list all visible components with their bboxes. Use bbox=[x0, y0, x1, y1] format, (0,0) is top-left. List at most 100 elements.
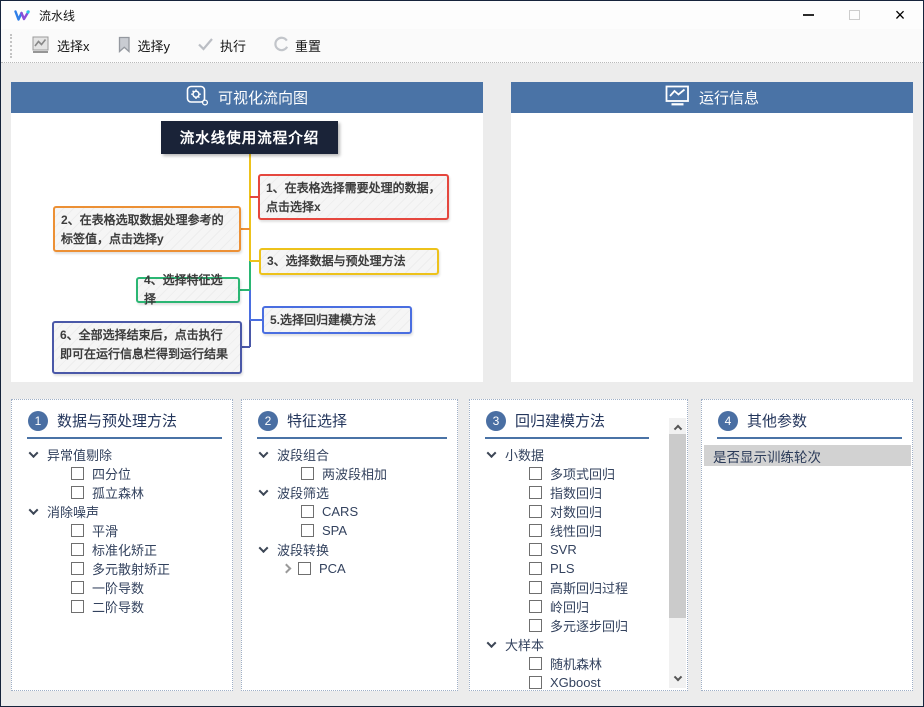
reset-button[interactable]: 重置 bbox=[266, 32, 328, 59]
checkbox[interactable] bbox=[301, 467, 314, 480]
item-label: CARS bbox=[322, 504, 358, 519]
chevron-down-icon[interactable] bbox=[29, 448, 39, 458]
checkbox[interactable] bbox=[71, 581, 84, 594]
close-icon: × bbox=[895, 6, 906, 24]
run-info-panel: 运行信息 bbox=[511, 82, 913, 382]
minimize-icon bbox=[803, 14, 814, 16]
tree-checkbox-item[interactable]: 二阶导数 bbox=[12, 597, 232, 616]
tree-group-item[interactable]: 波段组合 bbox=[242, 445, 457, 464]
minimize-button[interactable] bbox=[785, 1, 831, 29]
section-1-header: 1 数据与预处理方法 bbox=[12, 400, 232, 431]
checkbox[interactable] bbox=[529, 524, 542, 537]
checkbox[interactable] bbox=[529, 505, 542, 518]
tree-checkbox-item[interactable]: 指数回归 bbox=[470, 483, 687, 502]
run-panel-title: 运行信息 bbox=[699, 87, 759, 108]
chevron-down-icon[interactable] bbox=[259, 486, 269, 496]
scroll-down-button[interactable] bbox=[669, 672, 686, 688]
checkbox[interactable] bbox=[71, 524, 84, 537]
mindmap-node-1[interactable]: 1、在表格选择需要处理的数据，点击选择x bbox=[258, 174, 449, 220]
checkbox[interactable] bbox=[298, 562, 311, 575]
check-icon bbox=[197, 37, 214, 54]
mindmap-node-6[interactable]: 6、全部选择结束后，点击执行即可在运行信息栏得到运行结果 bbox=[52, 321, 242, 374]
section-2-underline bbox=[257, 437, 447, 439]
mindmap-root-node[interactable]: 流水线使用流程介绍 bbox=[161, 121, 338, 154]
tree-checkbox-item[interactable]: 平滑 bbox=[12, 521, 232, 540]
tree-checkbox-item[interactable]: 岭回归 bbox=[470, 597, 687, 616]
tree-checkbox-item[interactable]: 孤立森林 bbox=[12, 483, 232, 502]
scrollbar-thumb[interactable] bbox=[669, 434, 686, 618]
checkbox[interactable] bbox=[529, 543, 542, 556]
tree-checkbox-item[interactable]: PLS bbox=[470, 559, 687, 578]
item-label: 消除噪声 bbox=[47, 502, 99, 521]
tree-checkbox-item[interactable]: 多元散射矫正 bbox=[12, 559, 232, 578]
checkbox[interactable] bbox=[301, 524, 314, 537]
section-3-number-badge: 3 bbox=[486, 411, 506, 431]
checkbox[interactable] bbox=[71, 562, 84, 575]
checkbox[interactable] bbox=[71, 486, 84, 499]
select-y-button[interactable]: 选择y bbox=[110, 32, 178, 60]
tree-checkbox-item[interactable]: 多元逐步回归 bbox=[470, 616, 687, 635]
chevron-down-icon[interactable] bbox=[487, 638, 497, 648]
tree-checkbox-item[interactable]: 四分位 bbox=[12, 464, 232, 483]
tree-group-item[interactable]: 消除噪声 bbox=[12, 502, 232, 521]
tree-group-item[interactable]: 波段筛选 bbox=[242, 483, 457, 502]
mindmap-node-5[interactable]: 5.选择回归建模方法 bbox=[262, 306, 412, 334]
chevron-right-icon[interactable] bbox=[282, 564, 292, 574]
tree-expandable-checkbox-item[interactable]: PCA bbox=[242, 559, 457, 578]
section-other-params: 4 其他参数 是否显示训练轮次 bbox=[701, 399, 913, 691]
checkbox[interactable] bbox=[529, 619, 542, 632]
checkbox[interactable] bbox=[301, 505, 314, 518]
tree-checkbox-item[interactable]: 随机森林 bbox=[470, 654, 687, 673]
checkbox[interactable] bbox=[71, 600, 84, 613]
chevron-down-icon[interactable] bbox=[29, 505, 39, 515]
chevron-down-icon[interactable] bbox=[487, 448, 497, 458]
section-3-header: 3 回归建模方法 bbox=[470, 400, 687, 431]
checkbox[interactable] bbox=[529, 486, 542, 499]
item-label: 波段筛选 bbox=[277, 483, 329, 502]
mindmap-canvas[interactable]: 流水线使用流程介绍 1、在表格选择需要处理的数据，点击选择x 2、在表格选取数据… bbox=[11, 113, 483, 382]
tree-checkbox-item[interactable]: CARS bbox=[242, 502, 457, 521]
maximize-button[interactable] bbox=[831, 1, 877, 29]
checkbox[interactable] bbox=[71, 467, 84, 480]
checkbox[interactable] bbox=[71, 543, 84, 556]
checkbox[interactable] bbox=[529, 581, 542, 594]
toolbar-drag-handle[interactable] bbox=[10, 34, 12, 58]
selected-list-item[interactable]: 是否显示训练轮次 bbox=[704, 445, 911, 466]
checkbox[interactable] bbox=[529, 676, 542, 689]
tree-checkbox-item[interactable]: SPA bbox=[242, 521, 457, 540]
mindmap-node-4[interactable]: 4、选择特征选择 bbox=[136, 277, 240, 303]
tree-group-item[interactable]: 波段转换 bbox=[242, 540, 457, 559]
flow-panel-title: 可视化流向图 bbox=[218, 87, 308, 108]
tree-checkbox-item[interactable]: 多项式回归 bbox=[470, 464, 687, 483]
close-button[interactable]: × bbox=[877, 1, 923, 29]
checkbox[interactable] bbox=[529, 467, 542, 480]
tree-checkbox-item[interactable]: 一阶导数 bbox=[12, 578, 232, 597]
tree-checkbox-item[interactable]: 线性回归 bbox=[470, 521, 687, 540]
tree-group-item[interactable]: 异常值剔除 bbox=[12, 445, 232, 464]
select-x-button[interactable]: 选择x bbox=[25, 32, 97, 60]
tree-checkbox-item[interactable]: 标准化矫正 bbox=[12, 540, 232, 559]
checkbox[interactable] bbox=[529, 562, 542, 575]
mindmap-node-3[interactable]: 3、选择数据与预处理方法 bbox=[259, 248, 439, 275]
checkbox[interactable] bbox=[529, 657, 542, 670]
monitor-chart-icon bbox=[665, 85, 690, 110]
title-bar: 流水线 × bbox=[1, 1, 923, 29]
scroll-up-button[interactable] bbox=[669, 418, 686, 434]
item-label: PCA bbox=[319, 561, 346, 576]
tree-checkbox-item[interactable]: 高斯回归过程 bbox=[470, 578, 687, 597]
tree-checkbox-item[interactable]: 对数回归 bbox=[470, 502, 687, 521]
chevron-down-icon[interactable] bbox=[259, 543, 269, 553]
execute-button[interactable]: 执行 bbox=[190, 32, 253, 59]
tree-group-item[interactable]: 小数据 bbox=[470, 445, 687, 464]
tree-checkbox-item[interactable]: SVR bbox=[470, 540, 687, 559]
tree-checkbox-item[interactable]: 两波段相加 bbox=[242, 464, 457, 483]
item-label: 岭回归 bbox=[550, 597, 589, 616]
section-feature-selection: 2 特征选择 波段组合两波段相加波段筛选CARSSPA波段转换PCA bbox=[241, 399, 458, 691]
chevron-down-icon[interactable] bbox=[259, 448, 269, 458]
mindmap-node-2[interactable]: 2、在表格选取数据处理参考的标签值，点击选择y bbox=[53, 206, 241, 252]
tree-group-item[interactable]: 大样本 bbox=[470, 635, 687, 654]
checkbox[interactable] bbox=[529, 600, 542, 613]
settings-icon bbox=[186, 85, 209, 110]
vertical-scrollbar[interactable] bbox=[669, 418, 686, 688]
tree-checkbox-item[interactable]: XGboost bbox=[470, 673, 687, 692]
